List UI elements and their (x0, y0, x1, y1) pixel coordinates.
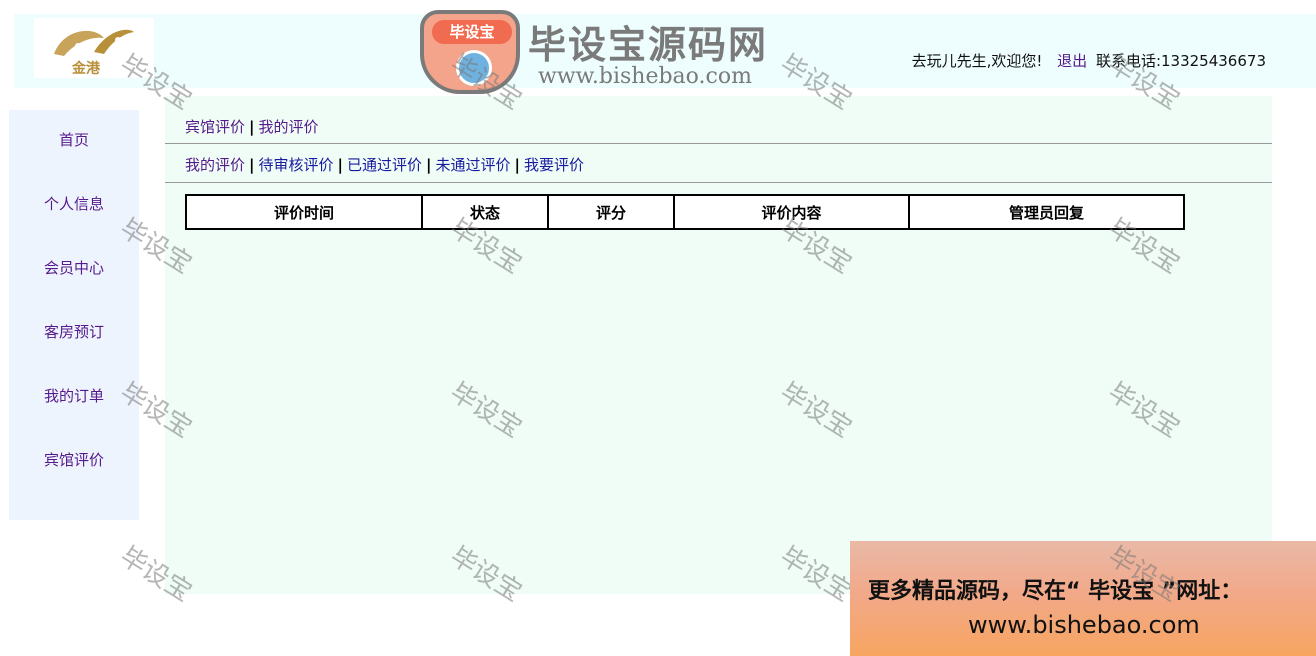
column-header-rating: 评分 (547, 194, 675, 230)
divider (165, 182, 1272, 183)
column-header-admin-reply: 管理员回复 (908, 194, 1185, 230)
sidebar-item-my-orders[interactable]: 我的订单 (9, 366, 139, 430)
sidebar-item-room-booking[interactable]: 客房预订 (9, 302, 139, 366)
sidebar-item-profile[interactable]: 个人信息 (9, 174, 139, 238)
promo-text: 更多精品源码，尽在“ 毕设宝 ”网址： (868, 579, 1243, 604)
logo-text: 金港 (72, 61, 100, 77)
promo-banner[interactable]: 更多精品源码，尽在“ 毕设宝 ”网址： www.bishebao.com (850, 541, 1316, 656)
review-tabs: 我的评价 | 待审核评价 | 已通过评价 | 未通过评价 | 我要评价 (185, 154, 584, 175)
contact-phone: 联系电话:13325436673 (1095, 52, 1266, 70)
divider (165, 143, 1272, 144)
watermark-title: 毕设宝源码网 (528, 23, 769, 67)
column-header-review-time: 评价时间 (185, 194, 423, 230)
tab-pending-reviews[interactable]: 待审核评价 (259, 156, 334, 174)
sidebar-item-member-center[interactable]: 会员中心 (9, 238, 139, 302)
sidebar-item-home[interactable]: 首页 (9, 110, 139, 174)
tab-rejected-reviews[interactable]: 未通过评价 (436, 156, 511, 174)
breadcrumb-my-reviews[interactable]: 我的评价 (259, 118, 319, 136)
breadcrumb-separator: | (249, 118, 255, 136)
tab-approved-reviews[interactable]: 已通过评价 (347, 156, 422, 174)
sidebar-nav: 首页 个人信息 会员中心 客房预订 我的订单 宾馆评价 (9, 110, 139, 520)
watermark-url: www.bishebao.com (538, 64, 752, 89)
tab-separator: | (337, 156, 343, 174)
breadcrumb-hotel-reviews[interactable]: 宾馆评价 (185, 118, 245, 136)
watermark-eye-icon (456, 50, 492, 86)
watermark-badge-label: 毕设宝 (432, 20, 512, 44)
watermark-badge: 毕设宝 (420, 10, 520, 94)
breadcrumb: 宾馆评价 | 我的评价 (185, 116, 319, 137)
reviews-table: 评价时间 状态 评分 评价内容 管理员回复 (185, 194, 1185, 230)
tab-separator: | (426, 156, 432, 174)
welcome-text: 去玩儿先生,欢迎您! (911, 52, 1043, 70)
column-header-status: 状态 (421, 194, 549, 230)
tab-my-reviews[interactable]: 我的评价 (185, 156, 245, 174)
user-info: 去玩儿先生,欢迎您! 退出 联系电话:13325436673 (912, 50, 1266, 71)
promo-url: www.bishebao.com (968, 611, 1200, 639)
column-header-review-content: 评价内容 (673, 194, 910, 230)
tab-write-review[interactable]: 我要评价 (524, 156, 584, 174)
watermark-banner: 毕设宝 毕设宝源码网 www.bishebao.com (420, 10, 800, 94)
main-content: 宾馆评价 | 我的评价 我的评价 | 待审核评价 | 已通过评价 | 未通过评价 | 我要评价 评价… (165, 96, 1272, 594)
logout-link[interactable]: 退出 (1057, 52, 1087, 70)
tab-separator: | (249, 156, 255, 174)
sidebar-item-hotel-reviews[interactable]: 宾馆评价 (9, 430, 139, 494)
table-header-row: 评价时间 状态 评分 评价内容 管理员回复 (185, 194, 1185, 230)
tab-separator: | (514, 156, 520, 174)
hotel-logo[interactable]: 金港 (34, 18, 154, 78)
